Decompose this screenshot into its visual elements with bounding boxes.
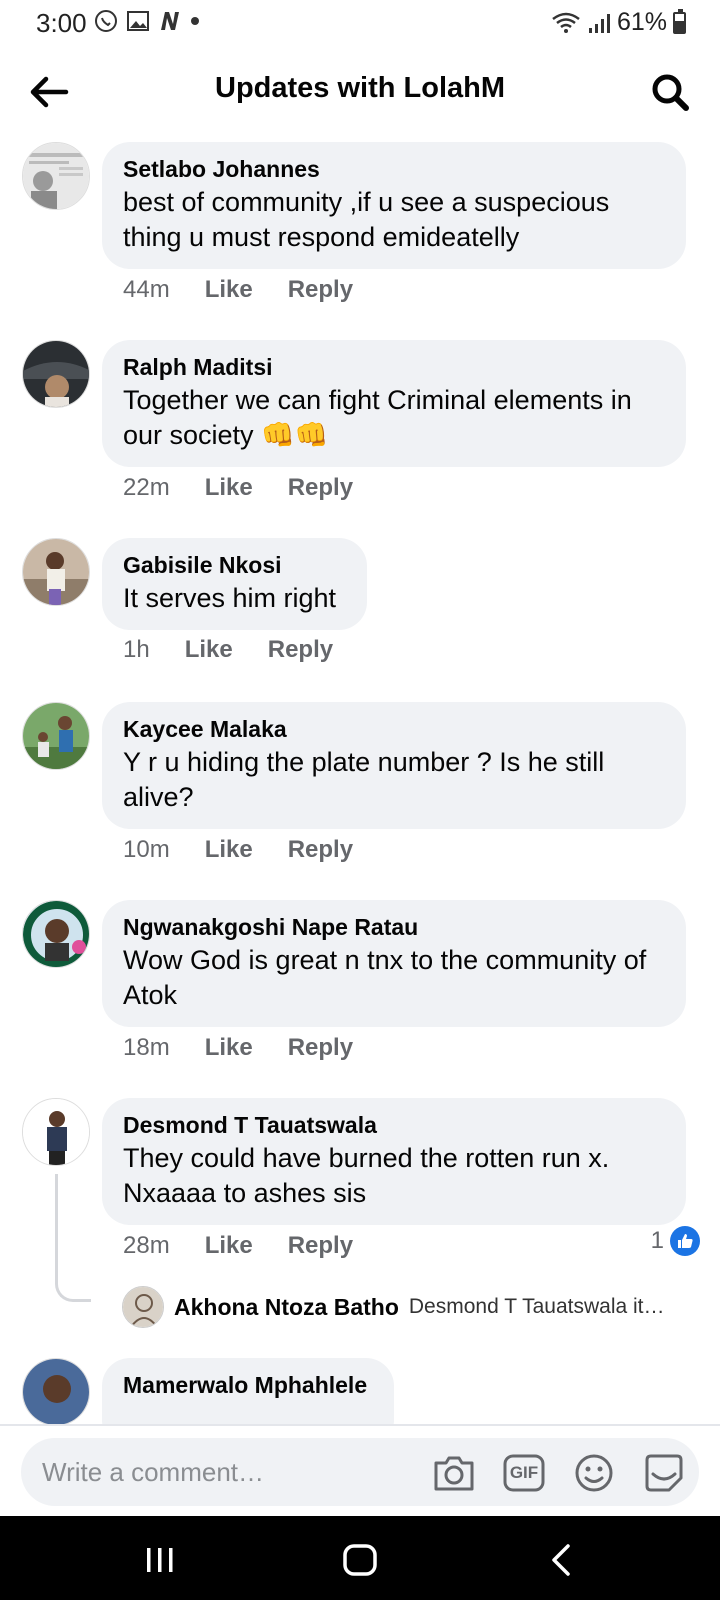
reply-thread-line (55, 1174, 91, 1302)
reaction-count-number: 1 (650, 1227, 664, 1254)
reply-button[interactable]: Reply (288, 1232, 353, 1260)
comment-bubble[interactable]: Mamerwalo Mphahlele (102, 1358, 394, 1424)
reaction-count[interactable]: 1 (651, 1226, 700, 1256)
comment-actions: 10m Like Reply (123, 836, 353, 864)
status-right: 61% (551, 8, 686, 37)
reply-button[interactable]: Reply (288, 276, 353, 304)
search-icon[interactable] (648, 70, 692, 114)
reply-button[interactable]: Reply (288, 474, 353, 502)
comment-bubble[interactable]: Ralph Maditsi Together we can fight Crim… (102, 340, 686, 467)
comment-actions: 18m Like Reply (123, 1034, 353, 1062)
comment-author[interactable]: Setlabo Johannes (123, 154, 666, 184)
comment-bubble[interactable]: Gabisile Nkosi It serves him right (102, 538, 367, 630)
comment-time[interactable]: 18m (123, 1034, 170, 1062)
comment-actions: 28m Like Reply (123, 1232, 353, 1260)
comment-time[interactable]: 10m (123, 836, 170, 864)
battery-icon (673, 8, 686, 34)
composer-actions: GIF (431, 1452, 687, 1494)
comment-author[interactable]: Gabisile Nkosi (123, 550, 347, 580)
comment-text: It serves him right (123, 583, 337, 613)
comment-author[interactable]: Ralph Maditsi (123, 352, 666, 382)
like-button[interactable]: Like (205, 474, 253, 502)
comment-author[interactable]: Kaycee Malaka (123, 714, 666, 744)
comment-bubble[interactable]: Desmond T Tauatswala They could have bur… (102, 1098, 686, 1225)
like-button[interactable]: Like (185, 636, 233, 664)
reply-button[interactable]: Reply (268, 636, 333, 664)
comment-text: Wow God is great n tnx to the community … (123, 945, 647, 1010)
comment-text: best of community ,if u see a suspecious… (123, 187, 610, 252)
like-button[interactable]: Like (205, 276, 253, 304)
avatar[interactable] (22, 1358, 90, 1424)
like-button[interactable]: Like (205, 1232, 253, 1260)
thumbs-up-icon (670, 1226, 700, 1256)
comment-author[interactable]: Mamerwalo Mphahlele (123, 1370, 374, 1400)
system-nav-bar (0, 1516, 720, 1600)
whatsapp-icon (95, 10, 117, 32)
notification-icons (94, 9, 200, 33)
gif-label: GIF (509, 1463, 539, 1482)
like-button[interactable]: Like (205, 836, 253, 864)
comment-input[interactable]: Write a comment… GIF (21, 1438, 699, 1506)
reply-button[interactable]: Reply (288, 1034, 353, 1062)
header: Updates with LolahM (0, 56, 720, 126)
wifi-icon (552, 12, 580, 33)
status-time: 3:00 (36, 8, 87, 38)
comment-bubble[interactable]: Kaycee Malaka Y r u hiding the plate num… (102, 702, 686, 829)
comment-author[interactable]: Ngwanakgoshi Nape Ratau (123, 912, 666, 942)
avatar[interactable] (22, 900, 90, 968)
comment-time[interactable]: 1h (123, 636, 150, 664)
comment-list: Setlabo Johannes best of community ,if u… (0, 142, 720, 1424)
comment-bubble[interactable]: Setlabo Johannes best of community ,if u… (102, 142, 686, 269)
comment-actions: 1h Like Reply (123, 636, 333, 664)
emoji-icon[interactable] (571, 1452, 617, 1494)
reply-author[interactable]: Akhona Ntoza Batho (174, 1294, 399, 1321)
reply-text: Desmond T Tauatswala it… (408, 1295, 665, 1318)
back-nav-icon[interactable] (542, 1540, 582, 1580)
comment-author[interactable]: Desmond T Tauatswala (123, 1110, 666, 1140)
avatar[interactable] (22, 340, 90, 408)
dot-icon (191, 17, 199, 25)
camera-icon[interactable] (431, 1452, 477, 1494)
home-icon[interactable] (340, 1540, 380, 1580)
reply-button[interactable]: Reply (288, 836, 353, 864)
comment-text: They could have burned the rotten run x.… (123, 1143, 610, 1208)
status-bar: 3:00 61% (0, 0, 720, 46)
gallery-icon (127, 11, 149, 31)
app-n-icon (161, 12, 179, 30)
avatar[interactable] (22, 1098, 90, 1166)
comment-actions: 44m Like Reply (123, 276, 353, 304)
like-button[interactable]: Like (205, 1034, 253, 1062)
comment-actions: 22m Like Reply (123, 474, 353, 502)
comment-text: Y r u hiding the plate number ? Is he st… (123, 747, 605, 812)
comment-time[interactable]: 28m (123, 1232, 170, 1260)
gif-icon[interactable]: GIF (501, 1452, 547, 1494)
comment-text: Together we can fight Criminal elements … (123, 385, 632, 450)
comment-input-placeholder: Write a comment… (42, 1457, 265, 1487)
sticker-icon[interactable] (641, 1452, 687, 1494)
avatar[interactable] (22, 538, 90, 606)
recent-apps-icon[interactable] (140, 1540, 180, 1580)
reply-preview[interactable]: Akhona Ntoza Batho Desmond T Tauatswala … (122, 1286, 665, 1328)
comment-time[interactable]: 44m (123, 276, 170, 304)
battery-percent: 61% (616, 8, 667, 36)
comment-composer: Write a comment… GIF (0, 1424, 720, 1516)
signal-icon (588, 13, 610, 33)
avatar[interactable] (22, 142, 90, 210)
comment-time[interactable]: 22m (123, 474, 170, 502)
comment-bubble[interactable]: Ngwanakgoshi Nape Ratau Wow God is great… (102, 900, 686, 1027)
avatar[interactable] (122, 1286, 164, 1328)
avatar[interactable] (22, 702, 90, 770)
page-title: Updates with LolahM (215, 72, 505, 104)
